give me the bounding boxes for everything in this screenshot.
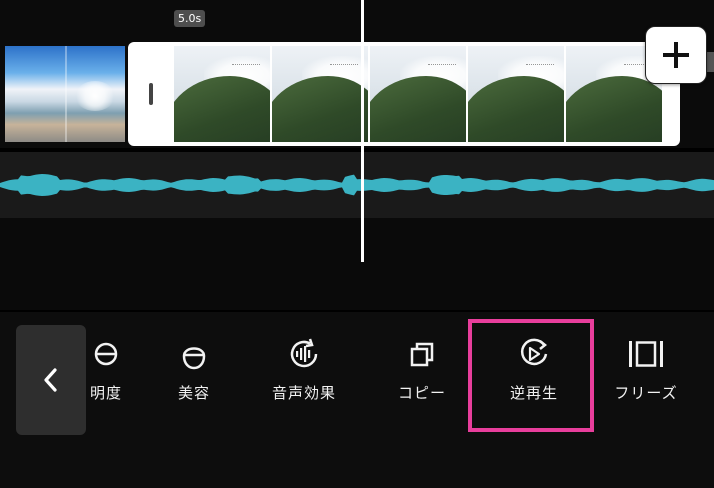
tool-label: 美容 [177,384,210,402]
copy-icon [410,342,434,367]
trim-handle-left[interactable] [128,42,174,146]
back-button[interactable] [16,325,86,435]
audio-track[interactable] [0,152,714,218]
plus-icon [663,42,689,68]
selected-clip[interactable] [128,42,680,146]
voice-effect-icon [290,338,318,368]
clip-duration-badge: 5.0s [174,10,206,27]
chevron-left-icon [44,368,57,392]
clip-frame [272,46,368,142]
clip-frame [174,46,270,142]
clip-frame [468,46,564,142]
previous-clip[interactable] [5,46,125,142]
playhead[interactable] [361,0,364,262]
tool-copy[interactable]: コピー [376,332,468,412]
tool-label: 音声効果 [271,384,336,402]
clip-frames [174,46,668,142]
empty-track-area [0,218,714,310]
frame-divider [65,46,67,142]
beauty-face-icon [182,347,206,370]
tool-beauty[interactable]: 美容 [148,332,240,412]
audio-waveform [0,174,714,196]
tool-label: フリーズ [614,384,678,402]
brightness-icon [94,342,118,366]
timeline-top-strip [0,0,714,42]
sun-glare [75,81,115,111]
trim-handle-grip [149,83,153,105]
add-clip-button[interactable] [645,26,707,84]
tool-label: 明度 [89,384,122,402]
tool-voice-effect[interactable]: 音声効果 [258,332,350,412]
video-track: 15x [0,42,714,148]
bottom-toolbar: 明度 美容 音声効果 コピー 逆再生 フリーズ [0,312,714,488]
clip-frame [370,46,466,142]
freeze-icon [629,341,663,367]
highlight-box [468,319,594,432]
tool-label: コピー [397,384,446,402]
tool-freeze[interactable]: フリーズ [600,332,692,412]
